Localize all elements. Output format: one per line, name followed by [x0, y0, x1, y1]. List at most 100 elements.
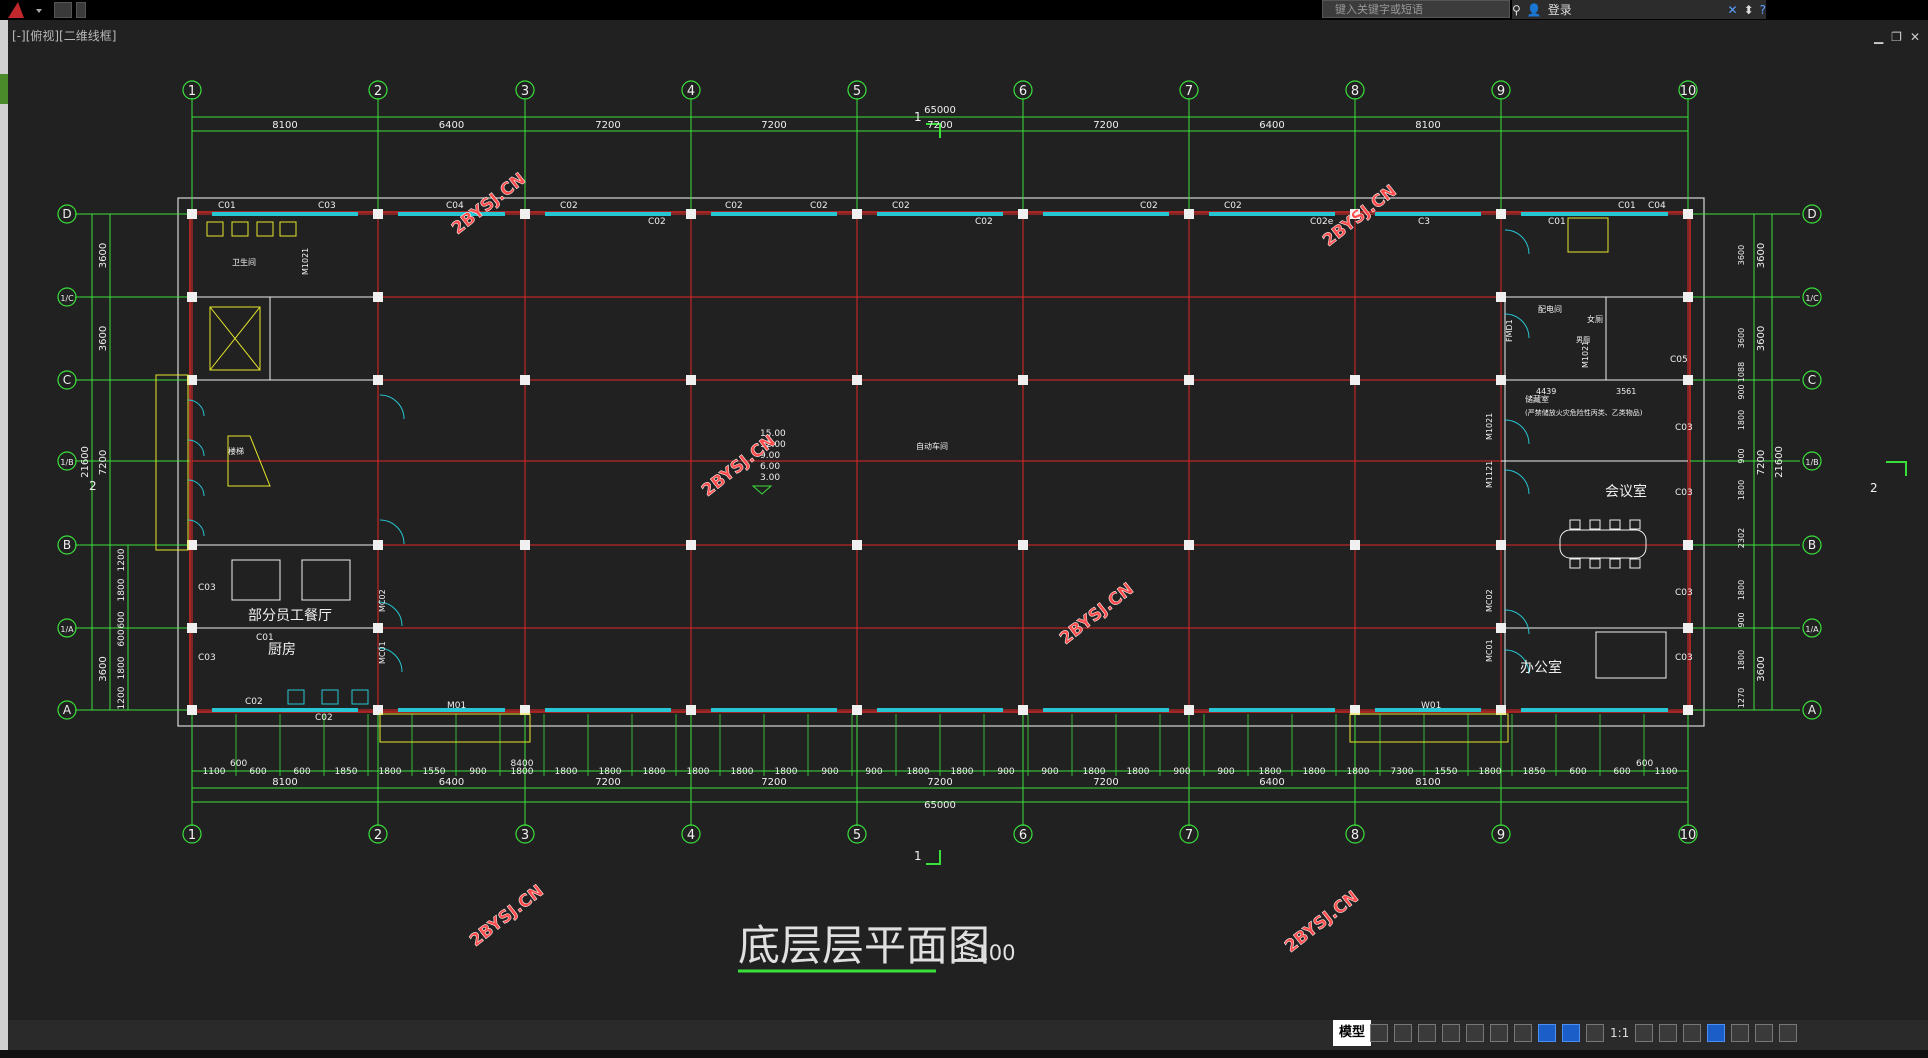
isolate-icon[interactable]: [1731, 1024, 1750, 1042]
plus-icon[interactable]: [1659, 1024, 1678, 1042]
lineweight-icon[interactable]: [1514, 1024, 1532, 1042]
axis-label: A: [63, 703, 72, 717]
dim-text: 1200: [117, 686, 127, 709]
column: [1018, 705, 1028, 715]
dim-detail-text: 1800: [687, 767, 710, 777]
axis-label: 1/C: [60, 294, 74, 303]
dim-text: 7200: [98, 450, 109, 475]
drawing-canvas[interactable]: 1 1 2 2 3 3 4 4 5 5 6 6 7 7 8 8 9 9 10 10 D D 1/C 1/C C C 1/B 1/B B B…: [8, 20, 1928, 1020]
drawing-title: 底层层平面图: [738, 921, 990, 970]
autocad-logo-icon[interactable]: [4, 1, 44, 19]
dim-detail-text: 900: [469, 767, 486, 777]
axis-label: A: [1808, 703, 1817, 717]
axis-label: 5: [853, 828, 861, 843]
axis-label: 2: [374, 84, 382, 99]
window-label: C03: [1675, 653, 1693, 663]
save-icon[interactable]: [54, 2, 72, 18]
column: [852, 540, 862, 550]
workspace-gear-icon[interactable]: [1635, 1024, 1654, 1042]
isodraft-icon[interactable]: [1466, 1024, 1484, 1042]
clean-screen-icon[interactable]: [1755, 1024, 1774, 1042]
dim-text: 8100: [1415, 777, 1440, 788]
search-input[interactable]: 键入关键字或短语: [1322, 0, 1510, 18]
window-label: C03: [318, 201, 336, 211]
hardware-accel-icon[interactable]: [1707, 1024, 1726, 1042]
window-label: C01: [1548, 217, 1566, 227]
dim-text: 1800: [1737, 650, 1746, 670]
app-store-icon[interactable]: ⬍: [1744, 3, 1754, 17]
column: [1184, 705, 1194, 715]
binoculars-icon[interactable]: ⚲: [1512, 3, 1521, 17]
autoscale-icon[interactable]: [1562, 1024, 1580, 1042]
section-mark: 2: [1870, 481, 1878, 495]
dim-detail-text: 1800: [907, 767, 930, 777]
dim-text: 7200: [927, 120, 952, 131]
dim-detail-text: 1100: [203, 767, 226, 777]
customize-menu-icon[interactable]: [1779, 1024, 1798, 1042]
dim-text: 6400: [439, 777, 464, 788]
window-label: C01: [1618, 201, 1636, 211]
dim-detail-text: 1800: [1127, 767, 1150, 777]
column: [1683, 209, 1693, 219]
dim-text: 1800: [1737, 580, 1746, 600]
watermark-text: 2BYSJ.CN: [466, 881, 548, 951]
dim-detail-text: 1800: [731, 767, 754, 777]
outer-wall: [177, 197, 1705, 727]
ortho-icon[interactable]: [1418, 1024, 1436, 1042]
dim-text: 3600: [1756, 326, 1767, 351]
axis-label: 8: [1351, 828, 1359, 843]
room-label: 办公室: [1520, 659, 1562, 676]
dim-text: 900: [1737, 384, 1746, 399]
window-label: C02: [315, 713, 333, 723]
elevation-marker: [751, 485, 773, 495]
help-icon[interactable]: ?: [1760, 3, 1766, 17]
annotation-scale-icon[interactable]: [1586, 1024, 1604, 1042]
window-label: C04: [1648, 201, 1666, 211]
model-tab[interactable]: 模型: [1333, 1020, 1372, 1046]
section-line: [1886, 461, 1907, 476]
dim-text: 1800: [1737, 410, 1746, 430]
column: [852, 375, 862, 385]
dim-text: 7200: [761, 120, 786, 131]
dim-detail-text: 900: [865, 767, 882, 777]
column: [1184, 540, 1194, 550]
snap-icon[interactable]: [1394, 1024, 1412, 1042]
dim-text: 7200: [595, 120, 620, 131]
grid-icon[interactable]: [1370, 1024, 1388, 1042]
window-label: C3: [1418, 217, 1430, 227]
conference-table: [1559, 529, 1647, 559]
office-desk: [1595, 631, 1667, 679]
osnap-icon[interactable]: [1490, 1024, 1508, 1042]
left-panel-edge: [0, 20, 8, 1058]
exchange-icon[interactable]: ✕: [1728, 3, 1738, 17]
dropdown-icon[interactable]: [76, 2, 86, 18]
axis-label: 1: [188, 828, 196, 843]
dim-detail-text: 1550: [423, 767, 446, 777]
dim-text: 3600: [98, 326, 109, 351]
polar-icon[interactable]: [1442, 1024, 1460, 1042]
login-button[interactable]: 登录: [1548, 1, 1572, 18]
door-arc: [1504, 469, 1530, 495]
dim-text: 8400: [511, 759, 534, 769]
toilet-fixture: [231, 221, 249, 237]
dim-text: 21600: [80, 446, 91, 478]
dim-detail-text: 600: [293, 767, 310, 777]
dim-detail-text: 600: [1613, 767, 1630, 777]
annotation-scale-value[interactable]: 1:1: [1610, 1026, 1629, 1040]
window-bottom-edge: [0, 1050, 1928, 1058]
dim-text: 7200: [1756, 450, 1767, 475]
room-label: 自动车间: [916, 441, 948, 451]
door-label: FMD1: [1505, 319, 1514, 342]
dim-detail-text: 1800: [951, 767, 974, 777]
chair: [1609, 519, 1621, 530]
annotation-visibility-icon[interactable]: [1538, 1024, 1556, 1042]
units-icon[interactable]: [1683, 1024, 1702, 1042]
axis-label: 1/A: [1805, 625, 1819, 634]
dim-text: 2302: [1737, 528, 1746, 548]
door-label: MC02: [378, 589, 387, 612]
dim-detail-text: 900: [1217, 767, 1234, 777]
dim-detail-text: 1800: [1347, 767, 1370, 777]
user-icon[interactable]: 👤: [1527, 3, 1542, 17]
window-label: C02: [1224, 201, 1242, 211]
dim-detail-text: 600: [249, 767, 266, 777]
